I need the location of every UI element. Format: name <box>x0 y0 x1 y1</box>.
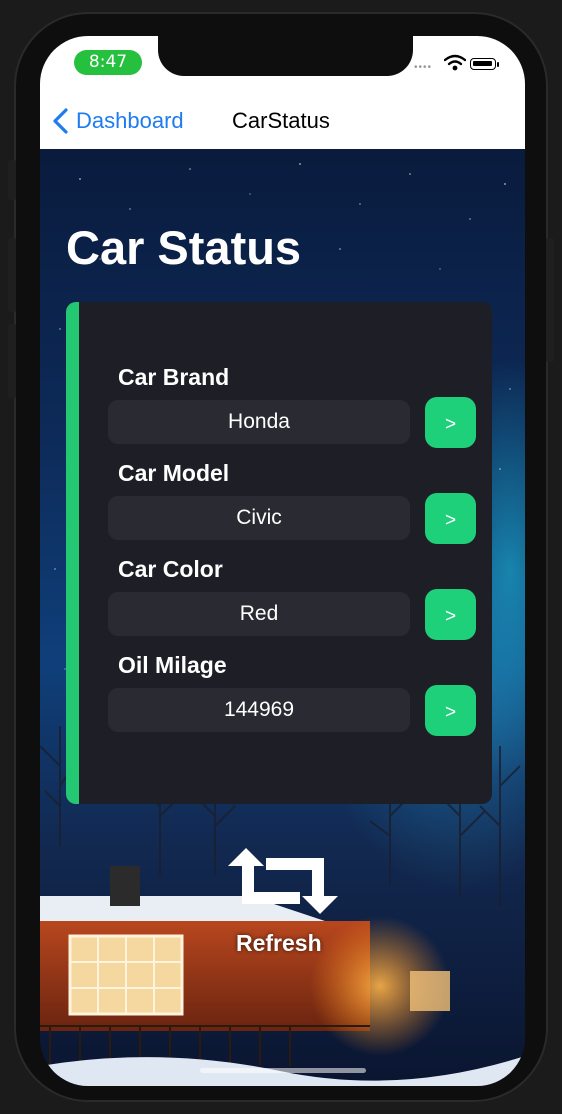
chevron-left-icon <box>53 108 68 134</box>
car-color-value: Red <box>108 592 410 636</box>
refresh-label: Refresh <box>236 930 322 956</box>
wifi-icon <box>444 54 466 71</box>
car-status-card: Car Brand Honda > Car Model Civic > Car … <box>66 302 492 804</box>
back-button[interactable]: Dashboard <box>50 106 184 136</box>
car-model-button[interactable]: > <box>425 493 476 544</box>
back-button-label: Dashboard <box>76 108 184 133</box>
nav-title: CarStatus <box>232 108 330 133</box>
navigation-bar: 8:47 •••• Dashboard CarStatus <box>40 36 525 149</box>
oil-milage-value: 144969 <box>108 688 410 732</box>
status-time: 8:47 <box>74 50 142 75</box>
screen: 8:47 •••• Dashboard CarStatus Car Status… <box>40 36 525 1086</box>
oil-milage-button[interactable]: > <box>425 685 476 736</box>
card-accent-bar <box>66 302 79 804</box>
car-brand-button[interactable]: > <box>425 397 476 448</box>
notch <box>158 36 413 76</box>
power-button <box>546 238 554 362</box>
car-brand-value: Honda <box>108 400 410 444</box>
battery-nub <box>497 62 499 67</box>
volume-down-button <box>8 324 16 398</box>
home-indicator[interactable] <box>200 1068 366 1073</box>
status-icons: •••• <box>414 54 514 74</box>
volume-up-button <box>8 238 16 312</box>
car-brand-label: Car Brand <box>118 364 230 390</box>
cellular-icon: •••• <box>414 62 433 73</box>
page-title: Car Status <box>66 221 302 274</box>
battery-icon <box>470 58 496 70</box>
mute-switch <box>8 160 16 200</box>
car-color-label: Car Color <box>118 556 223 582</box>
car-model-value: Civic <box>108 496 410 540</box>
oil-milage-label: Oil Milage <box>118 652 227 678</box>
car-model-label: Car Model <box>118 460 230 486</box>
refresh-icon <box>228 848 338 914</box>
car-color-button[interactable]: > <box>425 589 476 640</box>
